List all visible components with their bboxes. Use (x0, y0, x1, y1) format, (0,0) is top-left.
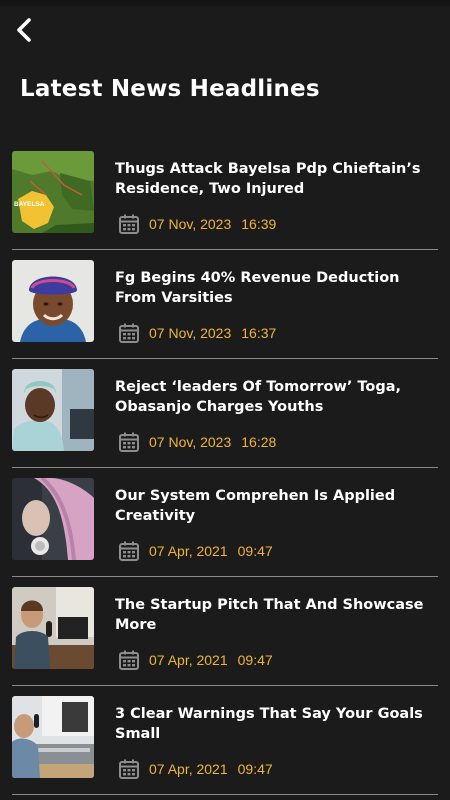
news-meta: 07 Apr, 2021 09:47 (118, 539, 273, 563)
bayelsa-map-image: BAYELSA (12, 151, 94, 233)
news-meta: 07 Nov, 2023 16:39 (118, 212, 276, 236)
back-button[interactable] (10, 14, 38, 46)
news-meta: 07 Nov, 2023 16:37 (118, 321, 276, 345)
news-date: 07 Apr, 2021 (149, 652, 228, 668)
news-time: 16:28 (241, 434, 277, 450)
news-thumbnail (12, 369, 94, 451)
news-thumbnail (12, 478, 94, 560)
news-headline: Our System Comprehen Is Applied Creativi… (115, 488, 396, 524)
news-time: 16:39 (241, 216, 277, 232)
news-item[interactable]: Reject ‘leaders Of Tomorrow’ Toga, Obasa… (0, 359, 450, 468)
woman-portrait-image (12, 260, 94, 342)
news-item[interactable]: 3 Clear Warnings That Say Your Goals Sma… (0, 686, 450, 795)
news-headline: Reject ‘leaders Of Tomorrow’ Toga, Obasa… (115, 379, 402, 415)
news-headline: Fg Begins 40% Revenue Deduction From Var… (115, 270, 400, 306)
news-item[interactable]: Fg Begins 40% Revenue Deduction From Var… (0, 250, 450, 359)
news-time: 09:47 (237, 652, 273, 668)
radio-studio-image (12, 696, 94, 778)
calendar-icon (119, 759, 139, 779)
news-item[interactable]: Our System Comprehen Is Applied Creativi… (0, 468, 450, 577)
podcast-studio-image (12, 587, 94, 669)
news-time: 09:47 (237, 543, 273, 559)
news-date: 07 Nov, 2023 (149, 216, 232, 232)
news-headline: The Startup Pitch That And Showcase More (115, 597, 424, 633)
news-date: 07 Nov, 2023 (149, 325, 232, 341)
news-date: 07 Apr, 2021 (149, 543, 228, 559)
news-thumbnail (12, 696, 94, 778)
man-portrait-image (12, 369, 94, 451)
news-thumbnail: BAYELSA (12, 151, 94, 233)
pink-hair-headphones-image (12, 478, 94, 560)
calendar-icon (119, 323, 139, 343)
news-thumbnail (12, 260, 94, 342)
news-headline: 3 Clear Warnings That Say Your Goals Sma… (115, 706, 423, 742)
calendar-icon (119, 432, 139, 452)
news-date: 07 Nov, 2023 (149, 434, 232, 450)
news-item[interactable]: BAYELSA Thugs Attack Bayelsa Pdp Chiefta… (0, 141, 450, 250)
news-date: 07 Apr, 2021 (149, 761, 228, 777)
news-thumbnail (12, 587, 94, 669)
status-bar (0, 0, 450, 6)
calendar-icon (119, 214, 139, 234)
news-time: 16:37 (241, 325, 277, 341)
calendar-icon (119, 541, 139, 561)
news-meta: 07 Apr, 2021 09:47 (118, 757, 273, 781)
news-list: BAYELSA Thugs Attack Bayelsa Pdp Chiefta… (0, 141, 450, 795)
news-headline: Thugs Attack Bayelsa Pdp Chieftain’s Res… (115, 161, 421, 197)
news-meta: 07 Apr, 2021 09:47 (118, 648, 273, 672)
news-time: 09:47 (237, 761, 273, 777)
page-title: Latest News Headlines (20, 76, 320, 102)
thumb-label: BAYELSA (14, 201, 45, 208)
calendar-icon (119, 650, 139, 670)
chevron-left-icon (17, 18, 31, 42)
news-meta: 07 Nov, 2023 16:28 (118, 430, 276, 454)
news-item[interactable]: The Startup Pitch That And Showcase More… (0, 577, 450, 686)
